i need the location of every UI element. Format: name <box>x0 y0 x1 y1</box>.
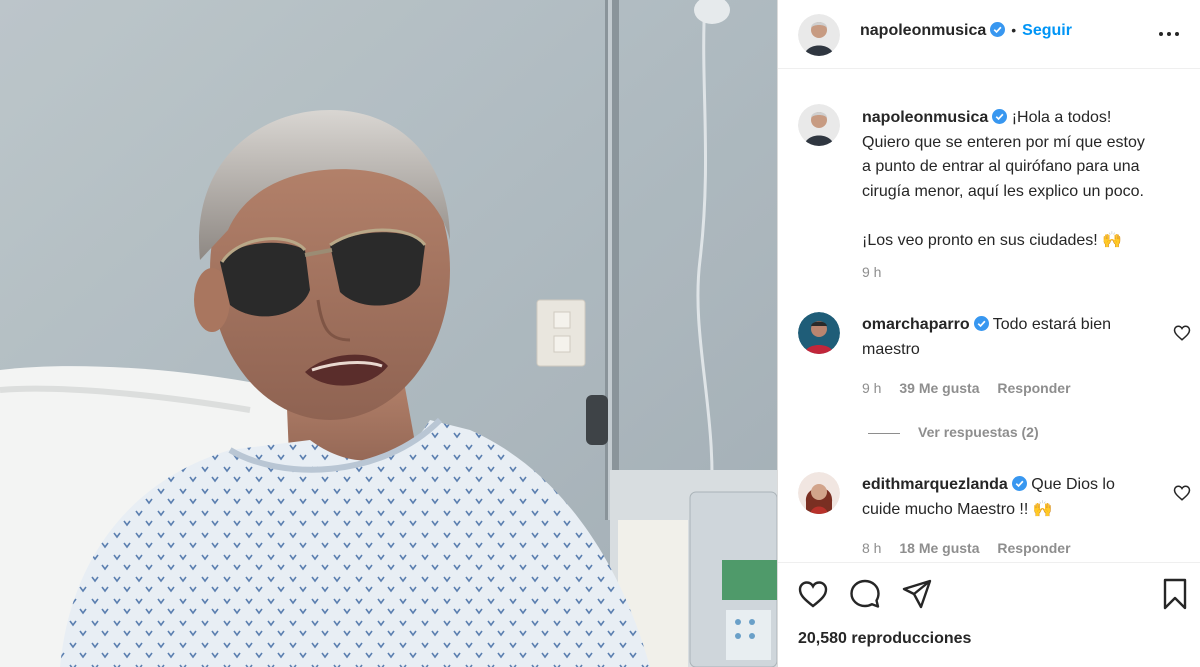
comment-text-line-1: Que Dios lo <box>1031 476 1115 493</box>
comment-username[interactable]: omarchaparro <box>862 316 970 333</box>
comment-text-line-2: cuide mucho Maestro !! 🙌 <box>862 500 1053 518</box>
view-count[interactable]: 20,580 reproducciones <box>798 630 971 648</box>
commenter-avatar[interactable] <box>798 312 840 354</box>
comment-time[interactable]: 8 h <box>862 540 881 556</box>
replies-divider <box>868 432 900 434</box>
author-username[interactable]: napoleonmusica <box>860 22 986 39</box>
comment-likes[interactable]: 18 Me gusta <box>899 540 979 556</box>
comment-meta: 8 h 18 Me gusta Responder <box>862 540 1085 556</box>
caption-meta: 9 h <box>862 264 895 280</box>
verified-badge-icon <box>973 316 989 331</box>
comment-like-icon[interactable] <box>1173 324 1191 342</box>
caption-line-3: a punto de entrar al quirófano para una <box>862 158 1140 175</box>
post-actions: 20,580 reproducciones <box>778 562 1200 667</box>
comment-text-line-1: Todo estará bien <box>992 316 1112 333</box>
caption-line-4: cirugía menor, aquí les explico un poco. <box>862 182 1144 200</box>
verified-badge-icon <box>990 22 1006 37</box>
comment-username[interactable]: edithmarquezlanda <box>862 476 1008 493</box>
comment-text-line-2: maestro <box>862 340 920 358</box>
post-header: napoleonmusica • Seguir <box>778 0 1200 69</box>
post-video[interactable] <box>0 0 777 667</box>
light-switch <box>536 299 586 367</box>
reply-button[interactable]: Responder <box>997 380 1070 396</box>
caption-time[interactable]: 9 h <box>862 264 881 280</box>
bookmark-icon[interactable] <box>1158 577 1192 611</box>
share-icon[interactable] <box>900 577 934 611</box>
reply-button[interactable]: Responder <box>997 540 1070 556</box>
sunglasses <box>220 242 310 317</box>
more-options-icon[interactable] <box>1157 24 1181 44</box>
comments-list[interactable]: napoleonmusica ¡Hola a todos! Quiero que… <box>778 70 1200 560</box>
separator-dot: • <box>1011 22 1017 38</box>
verified-badge-icon <box>1011 476 1027 491</box>
view-replies-button[interactable]: Ver respuestas (2) <box>868 424 1039 440</box>
caption-username[interactable]: napoleonmusica <box>862 109 988 126</box>
commenter-avatar[interactable] <box>798 472 840 514</box>
caption-line-2: Quiero que se enteren por mí que estoy <box>862 133 1145 151</box>
view-replies-label: Ver respuestas (2) <box>918 424 1039 440</box>
comment-like-icon[interactable] <box>1173 484 1191 502</box>
comment-time[interactable]: 9 h <box>862 380 881 396</box>
caption: napoleonmusica ¡Hola a todos! Quiero que… <box>862 106 1162 253</box>
post-sidebar: napoleonmusica • Seguir napoleonmusica ¡Ho… <box>777 0 1200 667</box>
caption-avatar[interactable] <box>798 104 840 146</box>
comment-icon[interactable] <box>848 577 882 611</box>
comment-likes[interactable]: 39 Me gusta <box>899 380 979 396</box>
author-avatar[interactable] <box>798 14 840 56</box>
video-frame <box>0 0 777 667</box>
comment: omarchaparro Todo estará bien maestro <box>862 313 1162 362</box>
heart-icon[interactable] <box>796 577 830 611</box>
comment: edithmarquezlanda Que Dios lo cuide much… <box>862 473 1162 522</box>
caption-closing: ¡Los veo pronto en sus ciudades! 🙌 <box>862 231 1123 249</box>
verified-badge-icon <box>992 109 1008 124</box>
caption-line-1: ¡Hola a todos! <box>1011 109 1112 126</box>
follow-button[interactable]: Seguir <box>1022 22 1072 39</box>
comment-meta: 9 h 39 Me gusta Responder <box>862 380 1085 396</box>
